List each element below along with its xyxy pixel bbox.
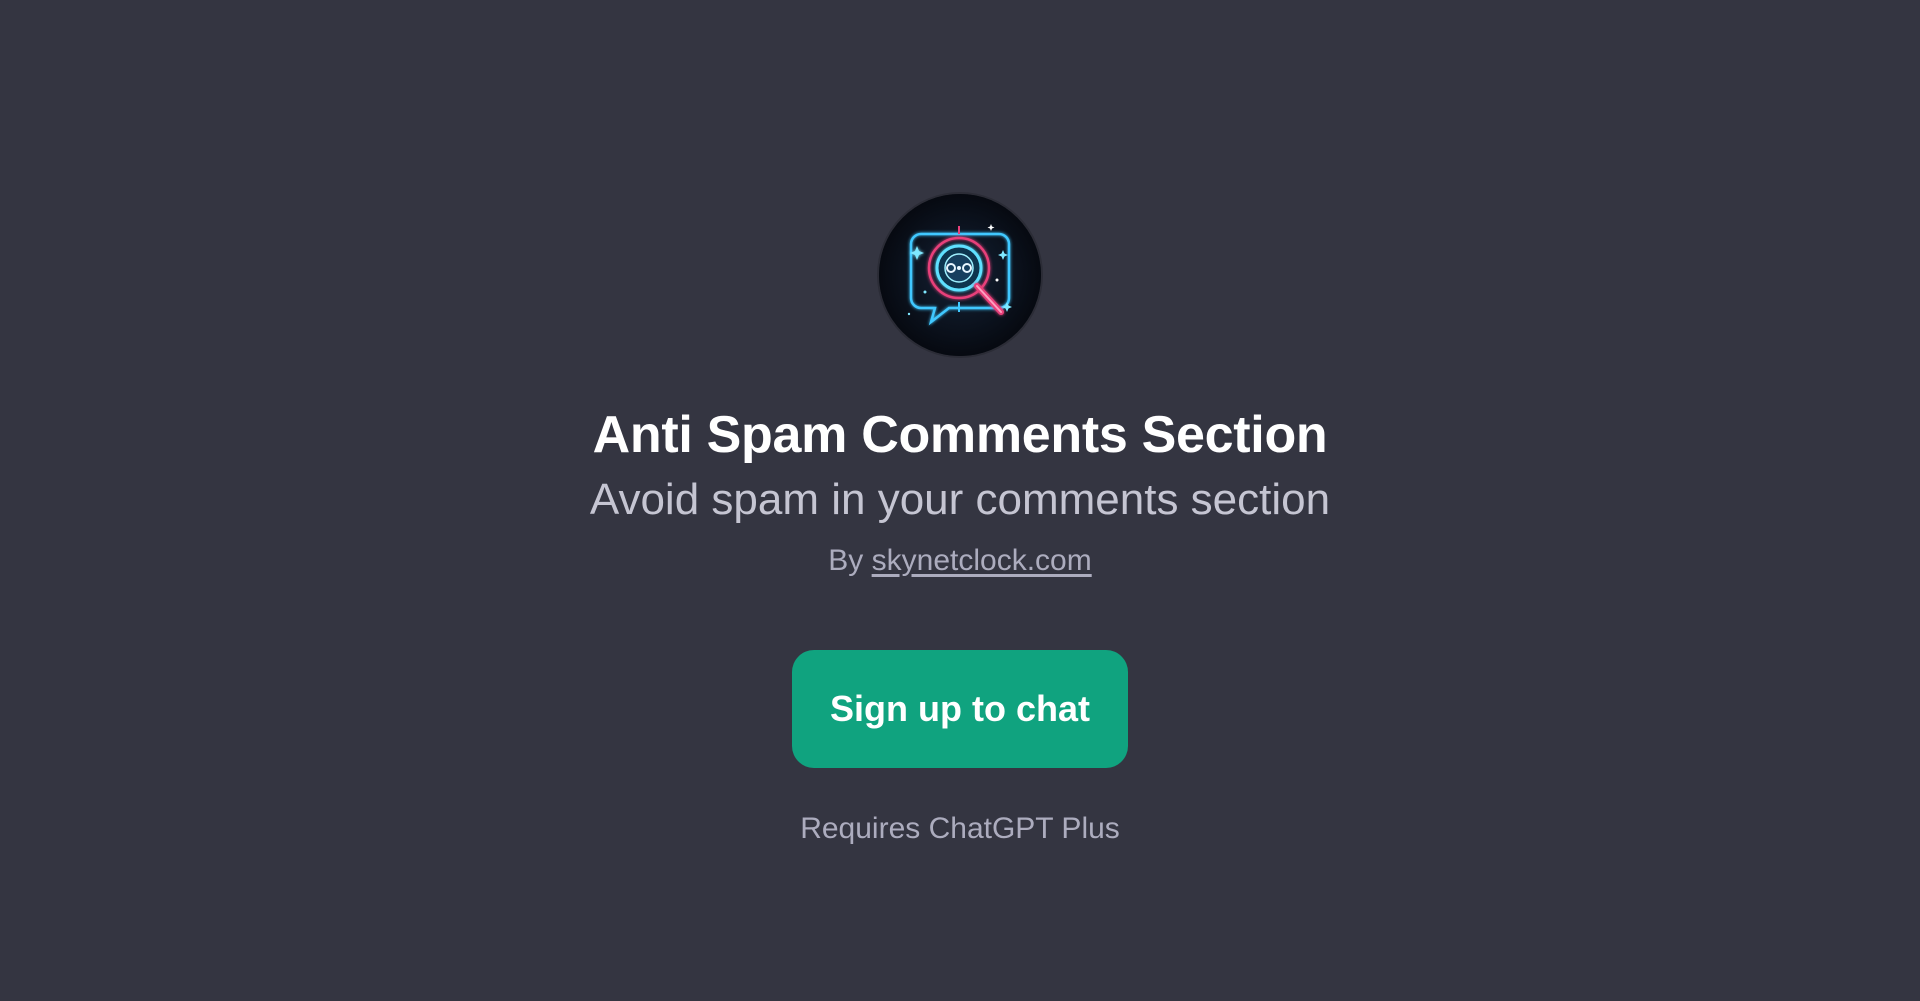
author-link[interactable]: skynetclock.com (872, 544, 1092, 577)
sign-up-to-chat-button[interactable]: Sign up to chat (792, 649, 1128, 768)
gpt-avatar (879, 194, 1041, 356)
gpt-landing-page: Anti Spam Comments Section Avoid spam in… (0, 0, 1920, 1001)
gpt-description: Avoid spam in your comments section (589, 474, 1331, 524)
byline-prefix: By (828, 543, 864, 577)
neon-chat-magnifier-icon (879, 194, 1041, 356)
author-byline: By skynetclock.com (828, 541, 1091, 580)
gpt-title: Anti Spam Comments Section (592, 406, 1328, 464)
requires-plus-note: Requires ChatGPT Plus (800, 811, 1120, 845)
